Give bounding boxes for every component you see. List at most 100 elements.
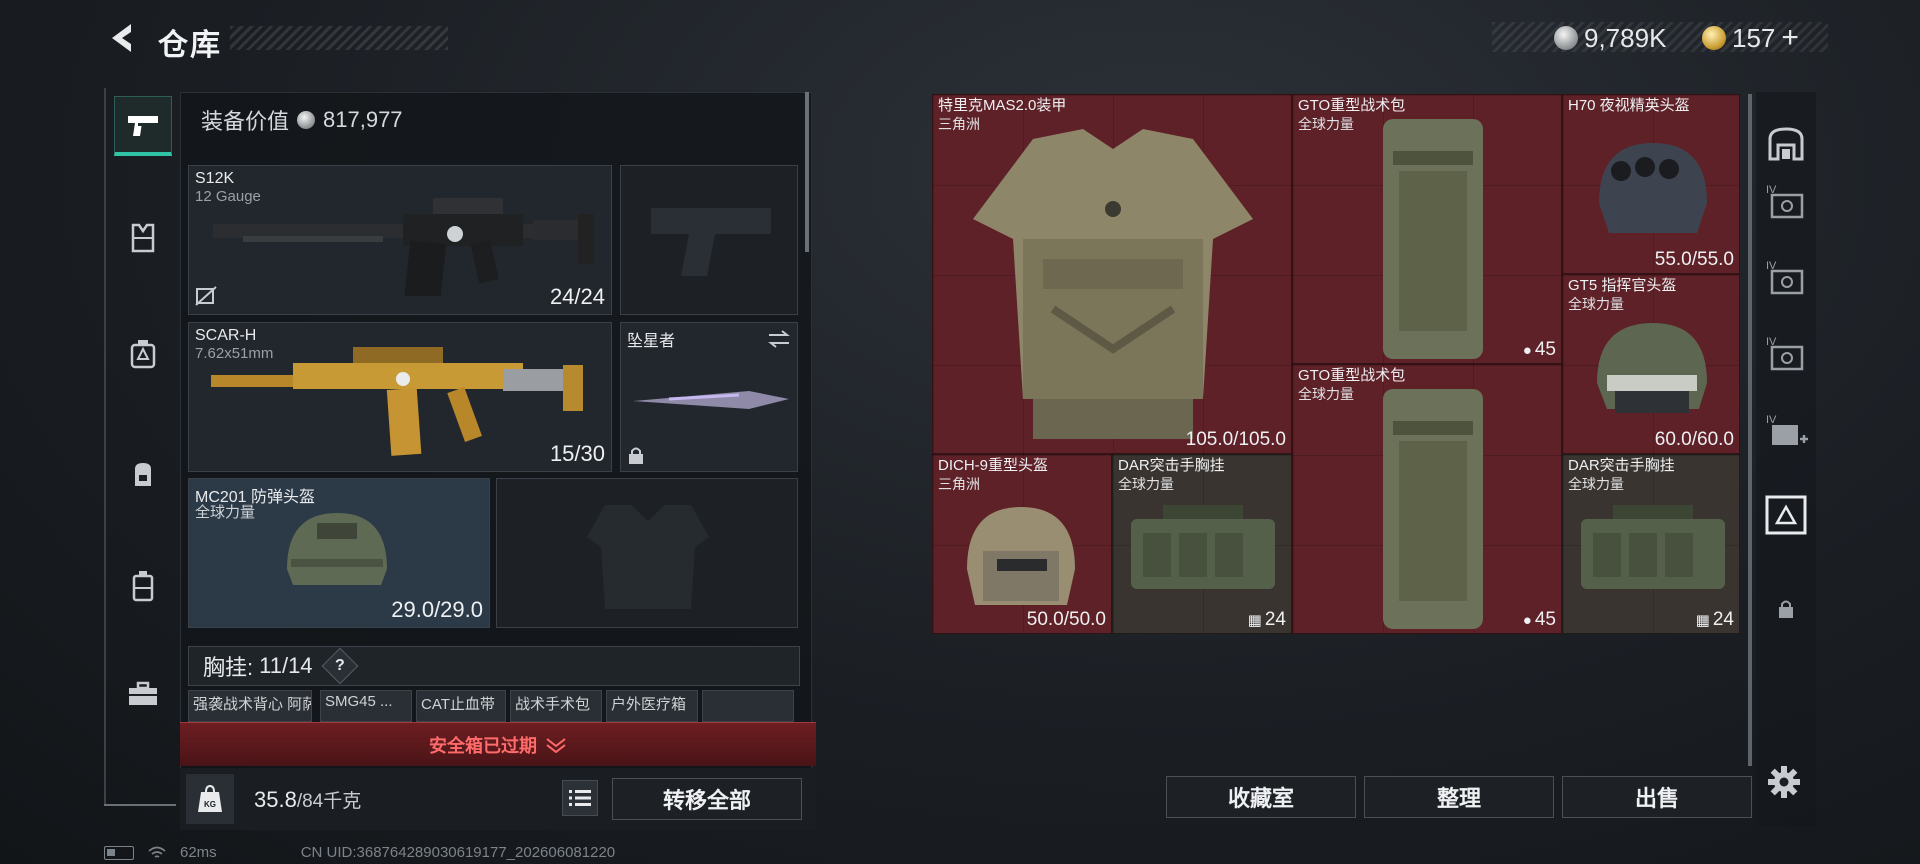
primary-weapon-slot[interactable]: S12K 12 Gauge 24/24 xyxy=(188,165,612,315)
tab-container[interactable] xyxy=(114,556,172,616)
armor-vest-icon xyxy=(131,223,155,253)
chevron-down-icon xyxy=(546,737,566,753)
safe-box-expired-banner[interactable]: 安全箱已过期 xyxy=(180,722,816,766)
transfer-all-button[interactable]: 转移全部 xyxy=(612,778,802,820)
tab-add-case[interactable]: IV xyxy=(1756,406,1816,456)
lock-icon xyxy=(629,447,643,464)
stash-item-backpack[interactable]: GTO重型战术包 全球力量 ● 45 xyxy=(1292,364,1562,634)
tab-stash-main[interactable] xyxy=(1756,118,1816,168)
item-brand: 全球力量 xyxy=(1568,476,1624,492)
backpack-image xyxy=(1383,119,1483,359)
chest-rig-count: 11/14 xyxy=(259,653,313,678)
heavy-helmet-image xyxy=(967,507,1075,605)
item-slots: ▦ 24 xyxy=(1695,609,1734,630)
stash-item-chest-rig[interactable]: DAR突击手胸挂 全球力量 ▦ 24 xyxy=(1562,454,1740,634)
tab-case-3[interactable]: IV xyxy=(1756,328,1816,378)
chest-item[interactable]: CAT止血带 xyxy=(416,690,506,722)
commander-helmet-image xyxy=(1597,323,1707,413)
gold-coin-icon xyxy=(1702,26,1726,50)
list-icon xyxy=(569,790,591,806)
item-name: H70 夜视精英头盔 xyxy=(1568,97,1690,114)
tab-case-1[interactable]: IV xyxy=(1756,176,1816,226)
tab-case-2[interactable]: IV xyxy=(1756,252,1816,302)
armor-slot[interactable] xyxy=(496,478,798,628)
stash-item-backpack[interactable]: GTO重型战术包 全球力量 ● 45 xyxy=(1292,94,1562,364)
chest-item[interactable]: 强袭战术背心 阿萨拉 xyxy=(188,690,312,722)
rig-icon: ▦ xyxy=(1247,612,1262,629)
backpack-icon xyxy=(135,463,151,486)
item-durability: 60.0/60.0 xyxy=(1654,429,1734,450)
tab-toolbox[interactable] xyxy=(114,664,172,724)
back-arrow-icon[interactable] xyxy=(104,20,140,56)
settings-button[interactable] xyxy=(1764,762,1804,802)
pistol-placeholder-icon xyxy=(651,208,771,276)
silver-coin-icon xyxy=(297,111,316,129)
tab-chest-rig[interactable] xyxy=(114,324,172,384)
tab-armor[interactable] xyxy=(114,208,172,268)
chest-item[interactable]: 战术手术包 xyxy=(510,690,602,722)
stash-item-chest-rig[interactable]: DAR突击手胸挂 全球力量 ▦ 24 xyxy=(1112,454,1292,634)
carry-weight: 35.8/84千克 xyxy=(254,786,361,813)
equipment-value-amount: 817,977 xyxy=(323,107,403,132)
equipment-scrollbar[interactable] xyxy=(805,92,809,252)
chest-item[interactable]: 户外医疗箱 xyxy=(606,690,698,722)
ammo-count: 15/30 xyxy=(549,441,605,466)
helmet-slot[interactable]: MC201 防弹头盔 全球力量 29.0/29.0 xyxy=(188,478,490,628)
chest-rig-label: 胸挂: xyxy=(203,655,254,680)
chest-item-empty[interactable] xyxy=(702,690,794,722)
helmet-brand: 全球力量 xyxy=(195,504,256,521)
sell-button[interactable]: 出售 xyxy=(1562,776,1752,818)
tab-weapons[interactable] xyxy=(114,96,172,156)
stash-item-helmet-gt5[interactable]: GT5 指挥官头盔 全球力量 60.0/60.0 xyxy=(1562,274,1740,454)
stash-scrollbar[interactable] xyxy=(1748,94,1752,766)
shotgun-image xyxy=(213,198,594,296)
list-view-button[interactable] xyxy=(562,780,598,816)
rail-divider xyxy=(104,804,176,806)
helmet-image xyxy=(287,513,387,585)
backpack-image xyxy=(1383,389,1483,629)
pistol-icon xyxy=(128,115,158,136)
expired-text: 安全箱已过期 xyxy=(429,735,537,756)
item-name: DICH-9重型头盔 xyxy=(938,457,1049,474)
melee-slot[interactable]: 坠星者 xyxy=(620,322,798,472)
chest-item[interactable]: SMG45 ... xyxy=(320,690,412,722)
stash-item-armor[interactable]: 特里克MAS2.0装甲 三角洲 105.0/105.0 xyxy=(932,94,1292,454)
sort-button[interactable]: 整理 xyxy=(1364,776,1554,818)
silver-amount: 9,789K xyxy=(1584,22,1667,53)
case-icon: IV xyxy=(1766,336,1804,371)
item-name: DAR突击手胸挂 xyxy=(1568,457,1675,474)
capacity-icon: ● xyxy=(1522,612,1532,629)
chest-rig-header[interactable]: 胸挂: 11/14 ? xyxy=(188,646,800,686)
item-durability: 50.0/50.0 xyxy=(1026,609,1106,630)
item-capacity: ● 45 xyxy=(1522,609,1556,630)
tab-backpack[interactable] xyxy=(114,444,172,504)
swap-icon[interactable] xyxy=(767,329,791,349)
gold-amount: 157 xyxy=(1732,22,1776,53)
stash-item-helmet-h70[interactable]: H70 夜视精英头盔 55.0/55.0 xyxy=(1562,94,1740,274)
chest-rig-image xyxy=(1581,505,1725,589)
stash-item-helmet-dich9[interactable]: DICH-9重型头盔 三角洲 50.0/50.0 xyxy=(932,454,1112,634)
container-icon xyxy=(132,571,154,602)
item-durability: 105.0/105.0 xyxy=(1185,429,1286,450)
gold-currency[interactable]: 157 + xyxy=(1702,21,1799,55)
svg-text:IV: IV xyxy=(1766,414,1777,426)
rig-icon: ▦ xyxy=(1695,612,1710,629)
collection-button[interactable]: 收藏室 xyxy=(1166,776,1356,818)
tab-locked[interactable] xyxy=(1756,584,1816,634)
battery-icon xyxy=(104,845,134,860)
svg-text:KG: KG xyxy=(204,800,216,809)
durability: 29.0/29.0 xyxy=(391,597,483,622)
add-case-icon: IV xyxy=(1766,414,1808,445)
secondary-weapon-slot[interactable] xyxy=(620,165,798,315)
knife-image xyxy=(633,391,789,409)
tab-case-selected[interactable] xyxy=(1756,490,1816,540)
help-icon[interactable]: ? xyxy=(321,647,358,685)
add-currency-icon[interactable]: + xyxy=(1781,21,1799,55)
status-bar: 62ms CN UID:36876428903061917​7_20260608… xyxy=(104,844,615,861)
item-name: DAR突击手胸挂 xyxy=(1118,457,1225,474)
item-brand: 全球力量 xyxy=(1118,476,1174,492)
item-name: GT5 指挥官头盔 xyxy=(1568,277,1677,294)
item-durability: 55.0/55.0 xyxy=(1654,249,1734,270)
chest-rig-icon xyxy=(130,340,156,369)
main-weapon-slot[interactable]: SCAR-H 7.62x51mm 15/30 xyxy=(188,322,612,472)
